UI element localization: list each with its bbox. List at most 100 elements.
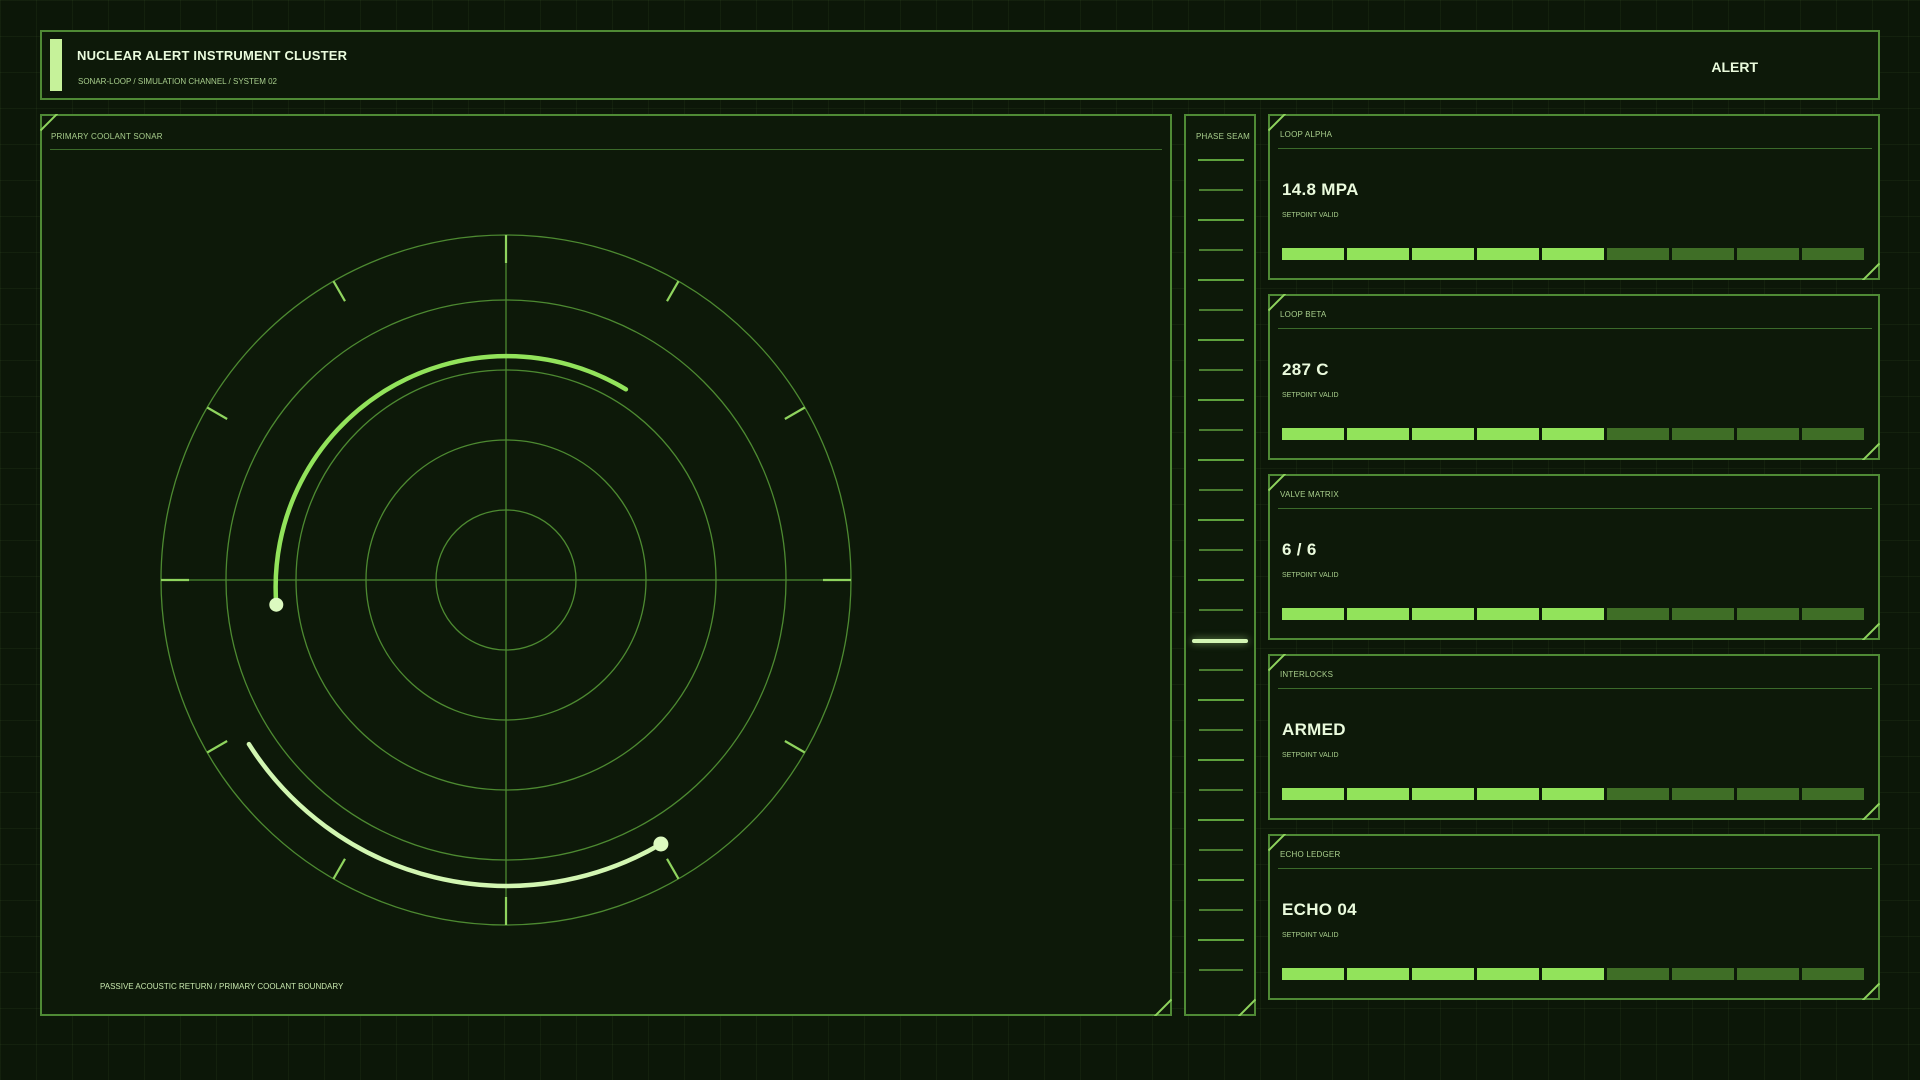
- corner-marker: [1862, 982, 1880, 1000]
- meter-segment-on: [1477, 428, 1539, 440]
- meter-segment-off: [1802, 608, 1864, 620]
- card-interlocks[interactable]: INTERLOCKS ARMED SETPOINT VALID: [1268, 654, 1880, 820]
- phase-seam-scale[interactable]: [1186, 116, 1254, 1014]
- bezel-tick: [332, 858, 346, 880]
- phase-tick: [1198, 219, 1244, 221]
- corner-marker: [1862, 622, 1880, 640]
- phase-tick: [1198, 399, 1244, 401]
- header-accent-bar: [50, 39, 62, 91]
- card-status: SETPOINT VALID: [1282, 572, 1339, 579]
- meter-segment-on: [1347, 608, 1409, 620]
- meter-segment-on: [1347, 428, 1409, 440]
- meter-segment-on: [1542, 248, 1604, 260]
- meter-segment-on: [1542, 608, 1604, 620]
- card-value: 6 / 6: [1282, 540, 1317, 559]
- phase-tick: [1198, 819, 1244, 821]
- meter-segment-off: [1737, 788, 1799, 800]
- phase-tick: [1199, 789, 1243, 791]
- card-value: ARMED: [1282, 720, 1346, 739]
- meter-segment-off: [1672, 968, 1734, 980]
- card-value: ECHO 04: [1282, 900, 1357, 919]
- card-label: VALVE MATRIX: [1280, 490, 1339, 499]
- meter-segment-on: [1347, 248, 1409, 260]
- meter-segment-off: [1672, 788, 1734, 800]
- phase-tick: [1199, 609, 1243, 611]
- meter-segment-off: [1672, 608, 1734, 620]
- phase-tick: [1199, 369, 1243, 371]
- trace-endpoint: [653, 836, 669, 852]
- card-label: ECHO LEDGER: [1280, 850, 1341, 859]
- page-title: NUCLEAR ALERT INSTRUMENT CLUSTER: [77, 48, 348, 63]
- corner-marker: [1862, 802, 1880, 820]
- header-panel: NUCLEAR ALERT INSTRUMENT CLUSTER SONAR-L…: [40, 30, 1880, 100]
- card-label: LOOP ALPHA: [1280, 130, 1333, 139]
- meter-segment-off: [1607, 248, 1669, 260]
- card-loop-beta[interactable]: LOOP BETA 287 C SETPOINT VALID: [1268, 294, 1880, 460]
- page-subtitle: SONAR-LOOP / SIMULATION CHANNEL / SYSTEM…: [78, 77, 278, 86]
- meter-segment-off: [1607, 608, 1669, 620]
- card-echo-ledger[interactable]: ECHO LEDGER ECHO 04 SETPOINT VALID: [1268, 834, 1880, 1000]
- level-meter: [1282, 248, 1864, 260]
- phase-tick: [1198, 759, 1244, 761]
- meter-segment-off: [1737, 608, 1799, 620]
- corner-marker: [1862, 262, 1880, 280]
- phase-tick: [1199, 489, 1243, 491]
- level-meter: [1282, 968, 1864, 980]
- meter-segment-on: [1542, 428, 1604, 440]
- bezel-tick: [332, 280, 346, 302]
- phase-tick: [1199, 969, 1243, 971]
- phase-tick: [1199, 549, 1243, 551]
- meter-segment-on: [1282, 248, 1344, 260]
- card-value: 14.8 MPA: [1282, 180, 1359, 199]
- bezel-tick: [206, 406, 228, 420]
- meter-segment-off: [1802, 788, 1864, 800]
- level-meter: [1282, 788, 1864, 800]
- phase-tick: [1198, 459, 1244, 461]
- meter-segment-off: [1737, 248, 1799, 260]
- phase-tick: [1199, 309, 1243, 311]
- meter-segment-off: [1607, 428, 1669, 440]
- sonar-footer: PASSIVE ACOUSTIC RETURN / PRIMARY COOLAN…: [100, 982, 344, 991]
- meter-segment-off: [1672, 248, 1734, 260]
- divider: [1278, 868, 1872, 869]
- card-value: 287 C: [1282, 360, 1329, 379]
- phase-tick: [1199, 429, 1243, 431]
- meter-segment-on: [1412, 608, 1474, 620]
- meter-segment-off: [1737, 428, 1799, 440]
- phase-tick: [1198, 939, 1244, 941]
- phase-tick: [1198, 879, 1244, 881]
- sonar-panel: PRIMARY COOLANT SONAR PASSIVE ACOUSTIC R…: [40, 114, 1172, 1016]
- meter-segment-off: [1802, 428, 1864, 440]
- meter-segment-on: [1477, 788, 1539, 800]
- meter-segment-on: [1477, 968, 1539, 980]
- divider: [1278, 508, 1872, 509]
- meter-segment-on: [1412, 248, 1474, 260]
- divider: [1278, 328, 1872, 329]
- phase-tick: [1199, 849, 1243, 851]
- meter-segment-on: [1412, 968, 1474, 980]
- phase-tick: [1199, 669, 1243, 671]
- phase-tick: [1198, 279, 1244, 281]
- meter-segment-on: [1477, 608, 1539, 620]
- phase-tick: [1198, 699, 1244, 701]
- level-meter: [1282, 608, 1864, 620]
- phase-tick: [1199, 189, 1243, 191]
- bezel-tick: [784, 406, 806, 420]
- phase-tick: [1198, 579, 1244, 581]
- corner-marker: [1862, 442, 1880, 460]
- phase-seam-panel: PHASE SEAM: [1184, 114, 1256, 1016]
- meter-segment-on: [1412, 788, 1474, 800]
- bezel-tick: [206, 740, 228, 754]
- sonar-display[interactable]: [42, 116, 1170, 1014]
- phase-tick: [1198, 339, 1244, 341]
- meter-segment-on: [1282, 608, 1344, 620]
- card-valve-matrix[interactable]: VALVE MATRIX 6 / 6 SETPOINT VALID: [1268, 474, 1880, 640]
- meter-segment-off: [1607, 788, 1669, 800]
- phase-tick: [1199, 729, 1243, 731]
- alert-status[interactable]: ALERT: [1711, 59, 1758, 75]
- divider: [1278, 148, 1872, 149]
- meter-segment-on: [1542, 968, 1604, 980]
- card-loop-alpha[interactable]: LOOP ALPHA 14.8 MPA SETPOINT VALID: [1268, 114, 1880, 280]
- phase-tick: [1199, 249, 1243, 251]
- meter-segment-off: [1802, 248, 1864, 260]
